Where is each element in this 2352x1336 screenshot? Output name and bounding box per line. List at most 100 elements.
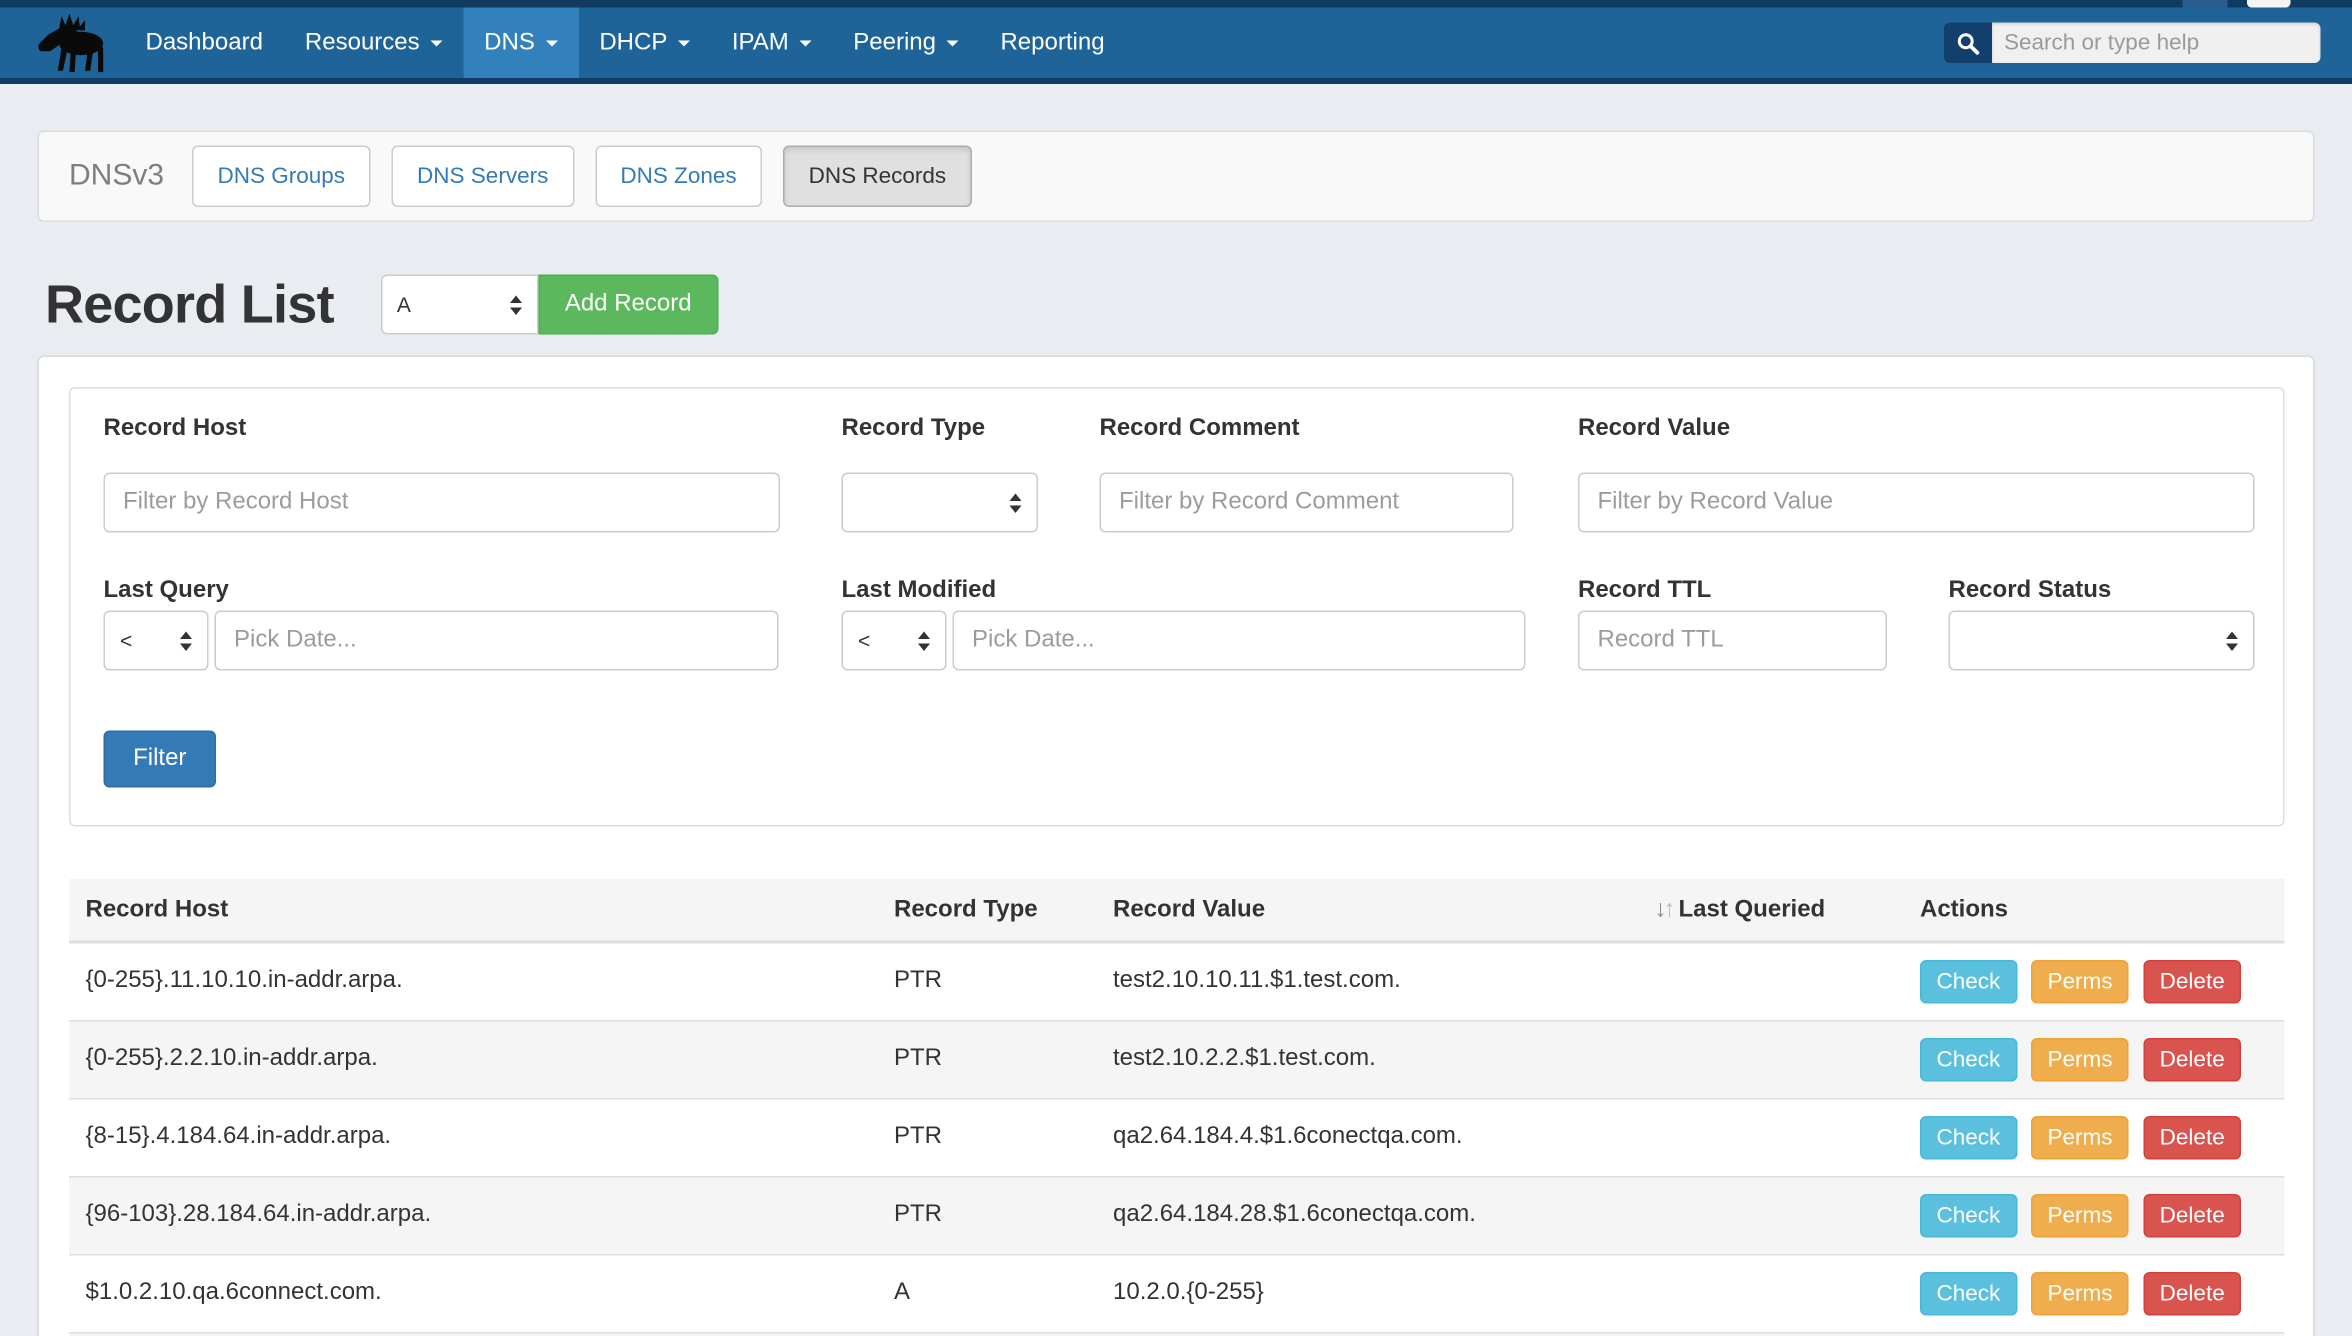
col-header-record-value: Record Value (1097, 879, 1639, 942)
col-header-last-queried-label: Last Queried (1679, 896, 1826, 922)
record-ttl-filter-input[interactable] (1578, 611, 1887, 671)
record-comment-filter-input[interactable] (1100, 473, 1514, 533)
record-type-add-select-value: A (397, 293, 510, 317)
sort-icon[interactable]: ↓↑ (1655, 896, 1673, 922)
nav-item-dashboard[interactable]: Dashboard (125, 8, 284, 79)
record-comment-label: Record Comment (1100, 416, 1300, 443)
cell-actions: Check Perms Delete (1904, 1020, 2285, 1098)
record-host-filter-input[interactable] (104, 473, 781, 533)
dnsv3-title: DNSv3 (69, 159, 162, 194)
record-type-label: Record Type (842, 416, 986, 443)
dnsv3-tabs: DNS Groups DNS Servers DNS Zones DNS Rec… (192, 146, 972, 208)
tab-dns-groups[interactable]: DNS Groups (192, 146, 371, 208)
col-header-actions: Actions (1904, 879, 2285, 942)
filter-submit-button[interactable]: Filter (104, 731, 217, 788)
cell-record-host: $1.0.2.10.qa.6connect.com. (69, 1254, 878, 1332)
record-ttl-label: Record TTL (1578, 578, 1711, 605)
tab-dns-records[interactable]: DNS Records (783, 146, 972, 208)
caret-down-icon (946, 40, 958, 46)
table-row: {0-255}.2.2.10.in-addr.arpa. PTR test2.1… (69, 1020, 2285, 1098)
delete-button[interactable]: Delete (2143, 1037, 2241, 1081)
check-button[interactable]: Check (1920, 1115, 2017, 1159)
page: Dashboard Resources DNS DHCP IPAM Peerin… (0, 0, 2352, 1336)
cell-record-type: PTR (878, 1098, 1097, 1176)
perms-button[interactable]: Perms (2031, 960, 2129, 1004)
record-type-add-select[interactable]: A (380, 275, 538, 335)
perms-button[interactable]: Perms (2031, 1037, 2129, 1081)
top-strip-tab (2247, 0, 2291, 8)
col-header-last-queried: ↓↑Last Queried (1638, 879, 1904, 942)
cell-record-type: PTR (878, 942, 1097, 1020)
record-status-filter-select[interactable] (1949, 611, 2255, 671)
last-query-operator-value: < (120, 629, 180, 653)
caret-down-icon (799, 40, 811, 46)
check-button[interactable]: Check (1920, 960, 2017, 1004)
cell-record-host: {8-15}.4.184.64.in-addr.arpa. (69, 1098, 878, 1176)
delete-button[interactable]: Delete (2143, 1115, 2241, 1159)
cell-record-host: {0-255}.11.10.10.in-addr.arpa. (69, 942, 878, 1020)
perms-button[interactable]: Perms (2031, 1193, 2129, 1237)
top-strip (0, 0, 2352, 8)
top-strip-accent (2183, 0, 2228, 8)
last-modified-date-input[interactable] (953, 611, 1526, 671)
add-record-group: A Add Record (380, 275, 718, 335)
record-type-filter-select[interactable] (842, 473, 1039, 533)
delete-button[interactable]: Delete (2143, 1271, 2241, 1315)
cell-record-value: qa2.64.184.28.$1.6conectqa.com. (1097, 1176, 1639, 1254)
caret-down-icon (678, 40, 690, 46)
cell-last-queried (1638, 942, 1904, 1020)
nav-item-label: DNS (484, 29, 535, 56)
page-title: Record List (45, 273, 334, 336)
nav-item-ipam[interactable]: IPAM (711, 8, 832, 79)
col-header-record-type: Record Type (878, 879, 1097, 942)
record-value-filter-input[interactable] (1578, 473, 2255, 533)
check-button[interactable]: Check (1920, 1037, 2017, 1081)
cell-last-queried (1638, 1098, 1904, 1176)
search-icon[interactable] (1944, 23, 1992, 64)
select-arrows-icon (509, 295, 521, 315)
select-arrows-icon (918, 631, 930, 651)
cell-actions: Check Perms Delete (1904, 1098, 2285, 1176)
nav-item-label: IPAM (732, 29, 789, 56)
add-record-button[interactable]: Add Record (538, 275, 719, 335)
last-query-operator-select[interactable]: < (104, 611, 209, 671)
check-button[interactable]: Check (1920, 1271, 2017, 1315)
caret-down-icon (545, 40, 557, 46)
select-arrows-icon (1010, 493, 1022, 513)
dnsv3-panel: DNSv3 DNS Groups DNS Servers DNS Zones D… (38, 131, 2315, 223)
table-header-row: Record Host Record Type Record Value ↓↑L… (69, 879, 2285, 942)
last-query-date-input[interactable] (215, 611, 779, 671)
record-host-label: Record Host (104, 416, 781, 443)
last-modified-operator-value: < (858, 629, 918, 653)
nav-item-resources[interactable]: Resources (284, 8, 463, 79)
cell-record-value: test2.10.10.11.$1.test.com. (1097, 942, 1639, 1020)
record-list-header: Record List A Add Record (45, 273, 719, 336)
perms-button[interactable]: Perms (2031, 1271, 2129, 1315)
caret-down-icon (430, 40, 442, 46)
cell-record-type: PTR (878, 1176, 1097, 1254)
cell-last-queried (1638, 1020, 1904, 1098)
delete-button[interactable]: Delete (2143, 1193, 2241, 1237)
moose-logo-icon[interactable] (33, 8, 111, 79)
nav-item-dns[interactable]: DNS (463, 8, 578, 79)
navbar: Dashboard Resources DNS DHCP IPAM Peerin… (0, 8, 2352, 85)
select-arrows-icon (180, 631, 192, 651)
nav-item-reporting[interactable]: Reporting (979, 8, 1125, 79)
cell-record-host: {0-255}.2.2.10.in-addr.arpa. (69, 1020, 878, 1098)
search-input[interactable] (1992, 23, 2321, 64)
last-modified-operator-select[interactable]: < (842, 611, 947, 671)
cell-record-value: 10.2.0.{0-255} (1097, 1254, 1639, 1332)
tab-dns-servers[interactable]: DNS Servers (392, 146, 574, 208)
global-search (1944, 23, 2321, 64)
perms-button[interactable]: Perms (2031, 1115, 2129, 1159)
nav-item-peering[interactable]: Peering (832, 8, 979, 79)
last-query-label: Last Query (104, 578, 229, 605)
table-row-partial (69, 1332, 2285, 1336)
cell-actions: Check Perms Delete (1904, 1254, 2285, 1332)
table-row: {96-103}.28.184.64.in-addr.arpa. PTR qa2… (69, 1176, 2285, 1254)
check-button[interactable]: Check (1920, 1193, 2017, 1237)
tab-dns-zones[interactable]: DNS Zones (595, 146, 762, 208)
delete-button[interactable]: Delete (2143, 960, 2241, 1004)
filter-panel: Record Host Record Type Record Comment R… (69, 387, 2285, 827)
nav-item-dhcp[interactable]: DHCP (578, 8, 711, 79)
